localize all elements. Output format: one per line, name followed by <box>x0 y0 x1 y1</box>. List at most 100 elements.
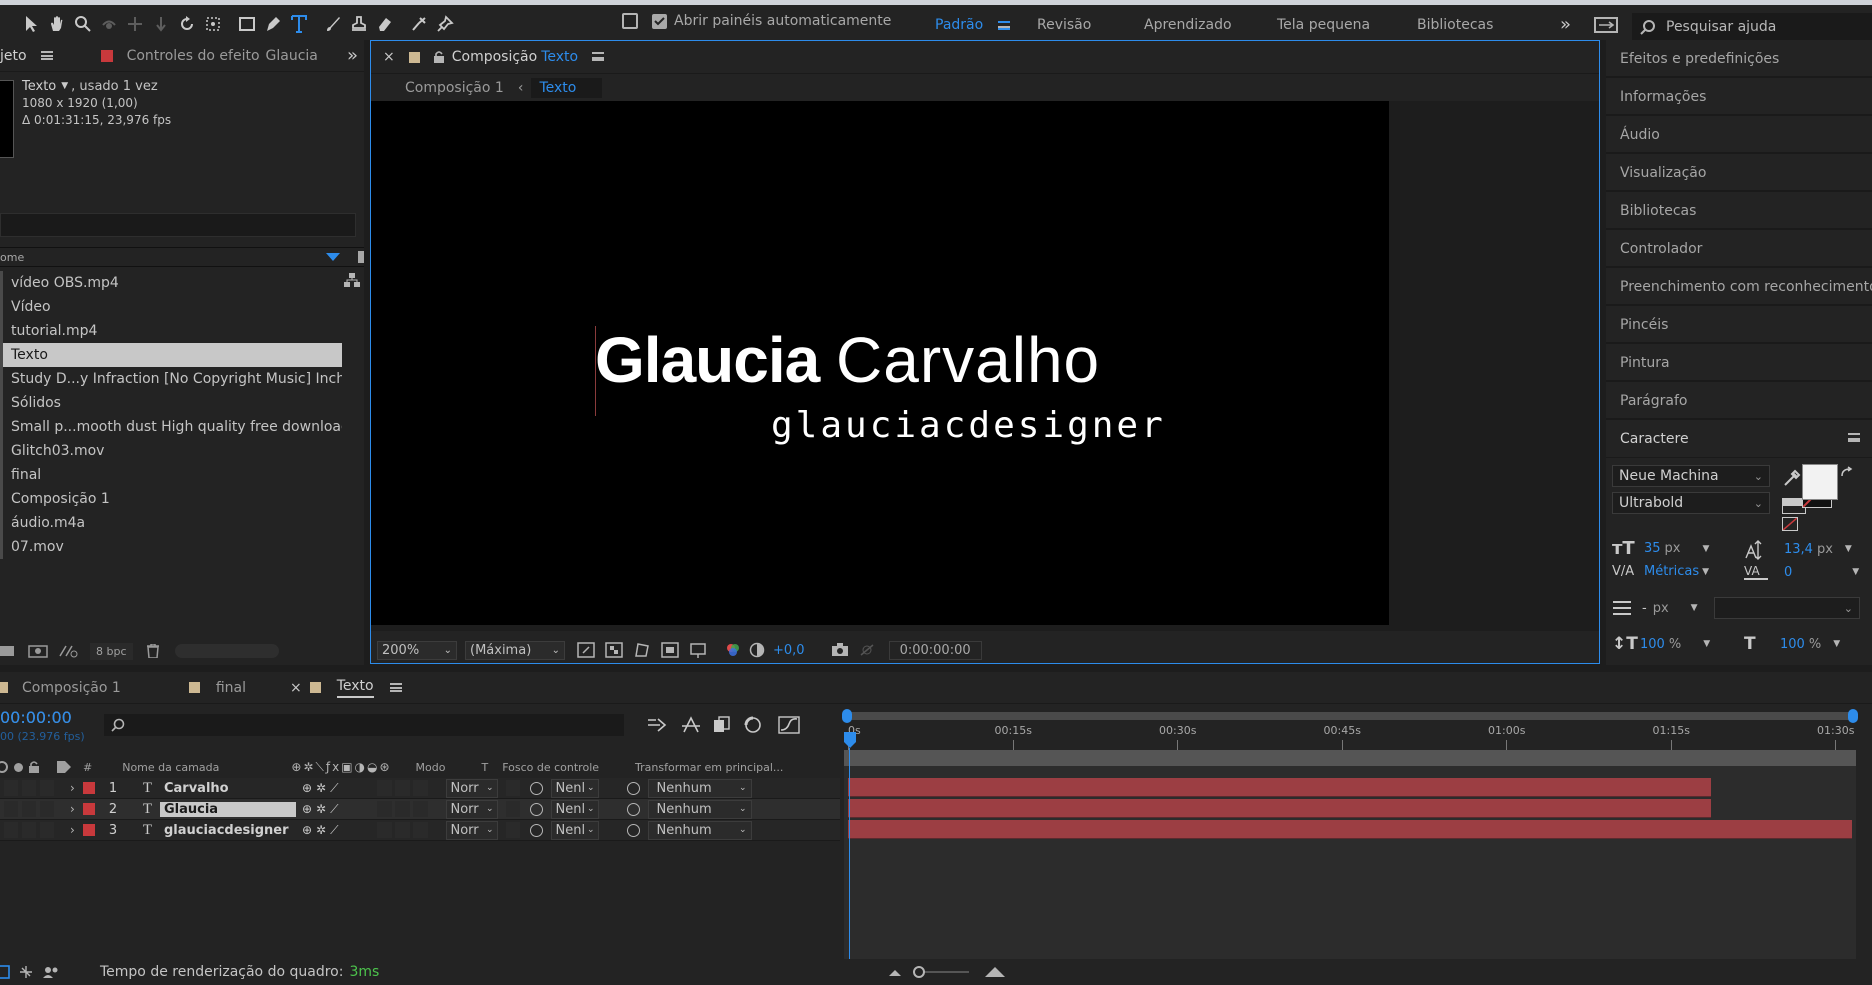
lock-switch[interactable] <box>40 822 54 838</box>
navigator-end-handle[interactable] <box>1848 709 1858 723</box>
timeline-menu-icon[interactable] <box>389 680 402 696</box>
track-matte-select[interactable]: Nenl ⌄ <box>550 799 599 819</box>
eraser-tool-icon[interactable] <box>372 9 398 39</box>
delete-icon[interactable] <box>146 644 159 658</box>
canvas-title-light[interactable]: Carvalho <box>836 324 1100 396</box>
expand-switches-icon[interactable] <box>18 965 34 979</box>
auto-panels-checkbox[interactable] <box>652 13 667 29</box>
layer-mode-select[interactable]: Norr ⌄ <box>445 778 498 798</box>
breadcrumb-current[interactable]: Texto <box>531 77 603 98</box>
zoom-tool-icon[interactable] <box>70 9 96 39</box>
frame-blending-icon[interactable] <box>712 716 732 734</box>
new-folder-icon[interactable] <box>28 644 48 658</box>
label-tag-icon[interactable] <box>57 761 71 773</box>
canvas-title-bold[interactable]: Glaucia <box>595 324 820 396</box>
layer-switch-boxes[interactable] <box>376 780 428 796</box>
video-switch[interactable] <box>4 801 18 817</box>
chevron-down-icon[interactable]: ▼ <box>1833 639 1840 649</box>
column-name-header[interactable]: ome <box>0 251 24 264</box>
panel-effects-presets[interactable]: Efeitos e predefinições <box>1606 40 1872 78</box>
type-tool-icon[interactable] <box>286 9 312 39</box>
parent-select[interactable]: Nenhum ⌄ <box>647 799 752 819</box>
tab-texto[interactable]: Texto <box>336 678 374 698</box>
panel-info[interactable]: Informações <box>1606 78 1872 116</box>
new-composition-icon[interactable] <box>58 644 78 658</box>
search-help-field[interactable]: Pesquisar ajuda <box>1632 13 1872 40</box>
layer-name[interactable]: Glaucia <box>159 801 296 817</box>
stroke-width-value[interactable]: - <box>1642 601 1647 616</box>
thumbnail-size-slider[interactable] <box>174 644 279 658</box>
color-channels-icon[interactable] <box>725 642 741 658</box>
canvas-title[interactable]: Glaucia Carvalho <box>595 323 1100 397</box>
workspace-aprendizado[interactable]: Aprendizado <box>1144 17 1232 33</box>
character-menu-icon[interactable] <box>1848 431 1860 446</box>
timeline-zoom-thumb[interactable] <box>913 966 926 978</box>
tab-composition-prefix[interactable]: Composição <box>452 49 537 65</box>
preserve-transparency-box[interactable] <box>505 822 520 838</box>
video-switch[interactable] <box>4 780 18 796</box>
selection-tool-icon[interactable] <box>18 9 44 39</box>
chevron-down-icon[interactable]: ▼ <box>1702 567 1709 577</box>
reset-exposure-icon[interactable] <box>749 642 765 658</box>
panel-paint[interactable]: Pintura <box>1606 344 1872 382</box>
project-item[interactable]: Small p...mooth dust High quality free d… <box>0 415 342 439</box>
more-workspaces-icon[interactable]: » <box>1560 14 1571 35</box>
layer-switch-icons[interactable]: ⊕✲⟋ <box>302 781 343 796</box>
interpret-footage-icon[interactable] <box>0 645 16 657</box>
puppet-pin-icon[interactable] <box>432 9 458 39</box>
parent-select[interactable]: Nenhum ⌄ <box>647 778 752 798</box>
composition-canvas[interactable]: Glaucia Carvalho glauciacdesigner <box>371 101 1389 625</box>
expand-modes-icon[interactable] <box>42 965 60 979</box>
work-area-bar[interactable] <box>844 750 1856 766</box>
playhead-handle[interactable] <box>844 732 856 748</box>
graph-editor-icon[interactable] <box>778 716 800 734</box>
project-search-field[interactable] <box>0 213 356 237</box>
zoom-out-icon[interactable] <box>889 968 902 976</box>
project-item[interactable]: final <box>0 463 342 487</box>
sync-settings-icon[interactable] <box>1594 17 1618 33</box>
lock-icon[interactable] <box>433 51 444 63</box>
stroke-width-control[interactable]: - px ▼ <box>1612 600 1698 616</box>
chevron-down-icon[interactable]: ▼ <box>1852 567 1859 577</box>
close-tab-icon[interactable]: × <box>383 49 395 65</box>
pan-behind-icon[interactable] <box>200 9 226 39</box>
composition-mini-flowchart-icon[interactable] <box>646 716 668 734</box>
label-column-icon[interactable] <box>358 251 364 263</box>
composition-menu-icon[interactable] <box>592 49 605 65</box>
matte-pickwhip-icon[interactable] <box>529 802 543 816</box>
sort-arrow-icon[interactable] <box>326 253 340 261</box>
workspace-padrao[interactable]: Padrão <box>935 17 983 33</box>
layer-switch-boxes[interactable] <box>376 822 428 838</box>
shy-layers-icon[interactable] <box>680 716 702 734</box>
horizontal-scale-value[interactable]: 100 <box>1780 637 1805 652</box>
orbit-camera-icon[interactable] <box>96 9 122 39</box>
panel-content-aware-fill[interactable]: Preenchimento com reconhecimento d <box>1606 268 1872 306</box>
chevron-down-icon[interactable]: ▼ <box>1703 544 1710 554</box>
brush-tool-icon[interactable] <box>320 9 346 39</box>
time-ruler[interactable]: 0s 00:15s 00:30s 00:45s 01:00s 01:15s 01:30s <box>844 724 1856 750</box>
project-item-selected[interactable]: Texto <box>0 343 342 367</box>
panel-paragraph[interactable]: Parágrafo <box>1606 382 1872 420</box>
lock-switch[interactable] <box>40 780 54 796</box>
layer-mode-select[interactable]: Norr ⌄ <box>445 799 498 819</box>
layer-switch-icons[interactable]: ⊕✲⟋ <box>302 823 343 838</box>
current-time-display[interactable]: 0:00:00:00 <box>888 640 982 660</box>
font-family-select[interactable]: Neue Machina ⌄ <box>1612 465 1770 487</box>
project-item[interactable]: Glitch03.mov <box>0 439 342 463</box>
tab-composition-name[interactable]: Texto <box>541 49 578 65</box>
expand-chevron-icon[interactable]: › <box>70 781 75 795</box>
expand-chevron-icon[interactable]: › <box>70 802 75 816</box>
navigator-start-handle[interactable] <box>842 709 852 723</box>
column-layer-name[interactable]: Nome da camada <box>122 761 219 774</box>
project-item[interactable]: 07.mov <box>0 535 342 559</box>
project-item[interactable]: vídeo OBS.mp4 <box>0 271 342 295</box>
chevron-down-icon[interactable]: ▼ <box>1703 639 1710 649</box>
leading-control[interactable]: 13,4 px ▼ <box>1744 538 1852 560</box>
lock-switch[interactable] <box>40 801 54 817</box>
tracking-control[interactable]: VA 0 ▼ <box>1744 564 1859 580</box>
snapshot-camera-icon[interactable] <box>831 643 849 657</box>
tab-project[interactable]: jeto <box>0 48 27 64</box>
rotate-tool-icon[interactable] <box>174 9 200 39</box>
dolly-camera-icon[interactable] <box>148 9 174 39</box>
layer-label-color[interactable] <box>82 803 95 815</box>
